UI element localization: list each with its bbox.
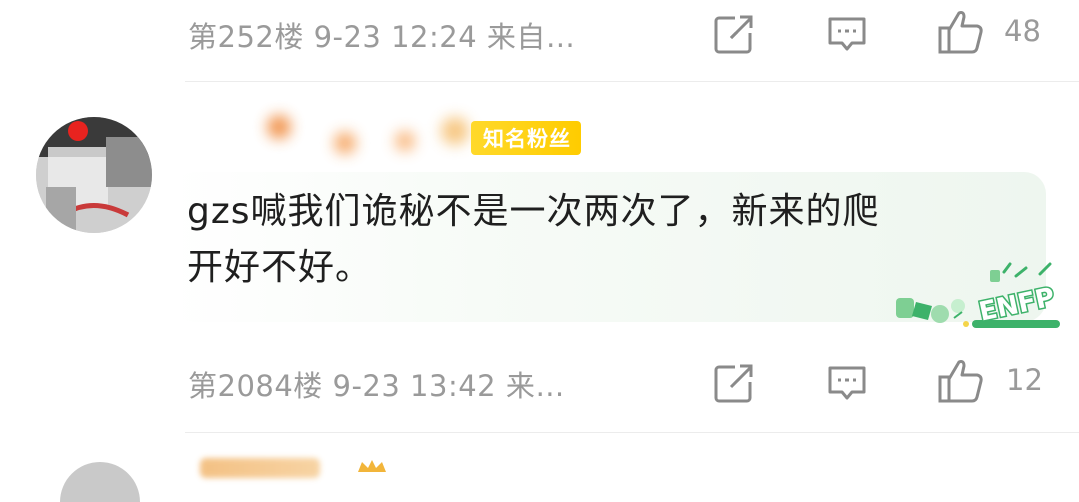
username-redacted[interactable] [255,103,485,157]
thumbs-up-icon [938,360,983,403]
avatar-image [36,117,152,233]
repost-button[interactable] [712,361,756,405]
comment-line: gzs喊我们诡秘不是一次两次了，新来的爬 [187,191,880,232]
username-redacted[interactable] [200,458,320,478]
divider [185,432,1079,433]
like-count: 48 [1004,14,1041,48]
repost-button[interactable] [712,12,756,56]
comment-bubble-icon [828,366,866,400]
enfp-decoration: ENFP [896,262,1060,329]
reply-button[interactable] [825,361,869,405]
floor-meta: 第2084楼 9-23 13:42 来… [188,369,565,403]
share-external-icon [714,362,755,403]
reply-button[interactable] [825,12,869,56]
fan-badge: 知名粉丝 [471,121,581,155]
comment-footer-2084: 第2084楼 9-23 13:42 来… 12 [0,349,1079,413]
thumbs-up-icon [938,11,983,54]
like-button[interactable] [936,357,986,405]
share-external-icon [714,13,755,54]
floor-meta: 第252楼 9-23 12:24 来自… [188,20,576,54]
divider [185,81,1079,82]
fan-badge-label: 知名粉丝 [483,127,571,151]
avatar[interactable] [60,462,140,502]
like-button[interactable] [936,8,986,56]
comment-footer-252: 第252楼 9-23 12:24 来自… 48 [0,0,1079,64]
comment-bubble-icon [828,17,866,51]
like-count: 12 [1006,363,1043,397]
avatar[interactable] [36,117,152,233]
